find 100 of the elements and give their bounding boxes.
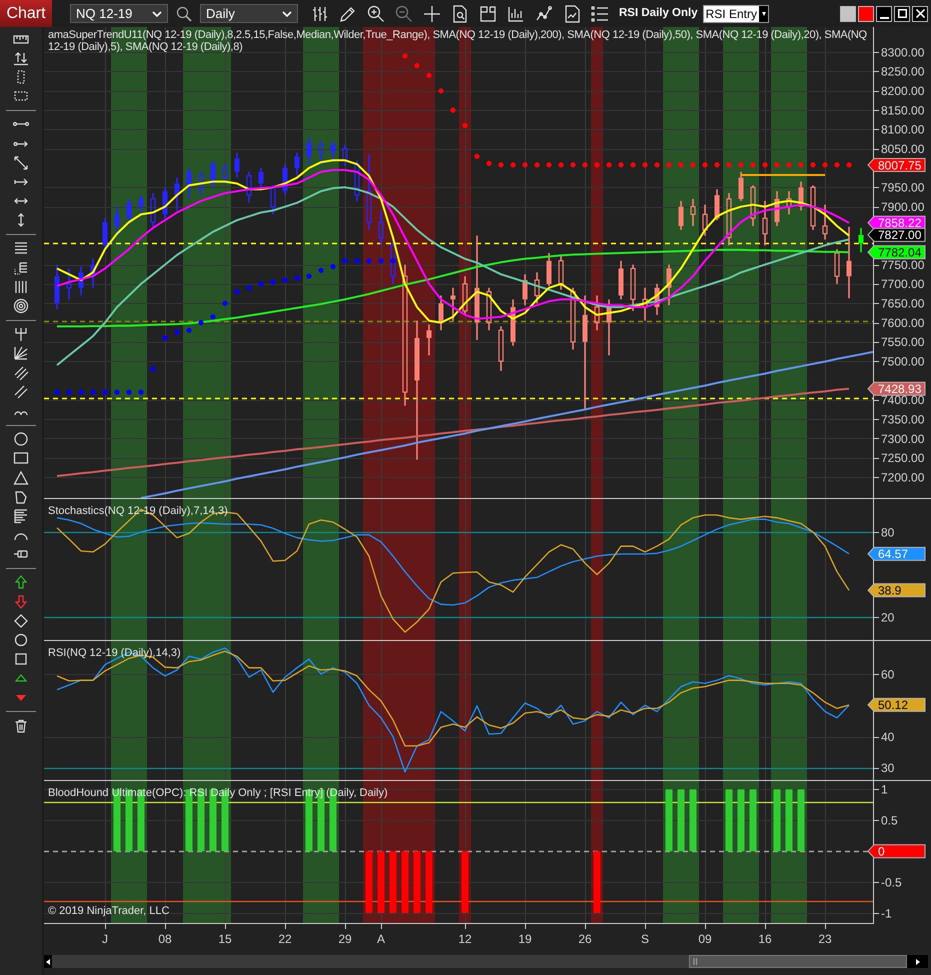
square-icon[interactable] [13,651,29,668]
stepped-lines-icon[interactable] [13,260,29,276]
document-search-icon[interactable] [451,4,469,22]
minimize-icon [880,16,888,18]
list-icon[interactable] [591,4,609,22]
circle-icon[interactable] [13,632,29,648]
axis-label: S [641,932,649,946]
caret-icon [758,6,768,22]
price-marker: 7428.93 [867,382,926,396]
line-chart-icon[interactable] [535,4,553,22]
axis-label: 7500.00 [881,354,924,368]
maximize-button[interactable] [894,6,910,22]
link-button[interactable] [858,6,874,22]
diagonal-arrow-icon[interactable] [13,154,29,171]
fan-icon[interactable] [13,345,29,362]
axis-label: -1 [881,906,892,920]
axis-label: 29 [338,932,352,946]
vertical-lines-icon[interactable] [13,278,29,295]
diamond-icon[interactable] [13,612,29,629]
bar-chart-icon[interactable] [507,4,525,22]
triangle-icon[interactable] [13,470,29,486]
axis-label: 7900.00 [881,200,924,214]
grip-icon [693,957,698,966]
zoom-in-icon[interactable] [367,4,385,22]
axis-label: 1 [881,782,888,797]
price-marker: 7827.00 [867,228,926,242]
up-arrow-icon[interactable] [13,574,29,590]
axis-label: 7250.00 [881,451,924,466]
axis-label: J [102,932,108,946]
diagonal-lines-icon[interactable] [13,384,29,400]
scroll-left-button[interactable] [44,955,52,968]
price-marker: 7858.22 [867,216,926,230]
value-marker: 0 [867,844,926,858]
crosshair-icon[interactable] [423,4,441,22]
copyright-text: © 2019 NinjaTrader, LLC [48,904,170,919]
axis-label: 80 [881,525,894,540]
axis-label: 20 [881,610,894,624]
maximize-icon [898,9,906,18]
value-marker: 50.12 [867,698,926,712]
stacked-lines-icon[interactable] [13,508,29,524]
indicator-title: RSI(NQ 12-19 (Daily),14,3) [48,646,181,660]
minimize-button[interactable] [876,6,892,22]
axis-label: 26 [578,932,592,946]
bar-style-icon[interactable] [311,4,329,22]
axis-label: 7950.00 [881,180,924,195]
axis-label: 16 [758,932,772,946]
axis-label: 12 [458,932,472,946]
axis-label: 0.5 [881,814,898,828]
circle-icon[interactable] [13,431,29,448]
axis-label: 08 [158,932,172,946]
axis-label: 8200.00 [881,84,924,98]
scroll-right-button[interactable] [907,955,928,968]
close-icon [916,9,924,18]
value-marker: 64.57 [867,546,926,562]
instrument-dropdown[interactable]: NQ 12-19 [70,4,168,23]
rectangle-icon[interactable] [13,450,29,466]
axis-label: 7350.00 [881,412,924,426]
pitchfork-icon[interactable] [13,326,29,342]
diagonal-lines-icon[interactable] [13,364,29,381]
chevron-icon [282,10,292,16]
link-button[interactable] [840,6,856,22]
axis-label: 22 [278,932,292,946]
search-icon[interactable] [176,6,192,22]
polygon-icon[interactable] [13,488,29,505]
concentric-circles-icon[interactable] [13,298,29,314]
axis-label: 7600.00 [881,316,924,330]
axis-label: 15 [218,932,232,946]
axis-label: A [377,932,385,946]
pencil-icon[interactable] [339,4,357,22]
down-arrow-icon[interactable] [13,594,29,610]
document-chart-icon[interactable] [563,4,581,22]
axis-label: 7200.00 [881,470,924,484]
axis-label: 09 [698,932,712,946]
indicator-title: amaSuperTrendU11(NQ 12-19 (Daily),8,2.5,15,False,Median,Wilder,True_Range), SMA(NQ 12-19 (Daily),200), SMA(NQ 12-19 (Daily),50), SMA(NQ 12-19 (Daily),20), SMA(NQ 12-19 (Daily),5), SMA(NQ 12-19 (Daily),8) [48,29,868,53]
axis-label: 7400.00 [881,393,924,408]
axis-label: 60 [881,667,894,682]
trash-icon[interactable] [13,718,29,734]
axis-label: 7300.00 [881,432,924,446]
chevron-icon [152,10,162,16]
horizontal-lines-icon[interactable] [13,240,29,256]
axis-label: 7550.00 [881,335,924,350]
price-marker: 8007.75 [867,158,926,172]
scrollbar-thumb[interactable] [689,955,907,968]
sort-arrows-icon[interactable] [13,50,29,66]
axis-label: 8300.00 [881,45,924,60]
axis-label: 8050.00 [881,142,924,156]
value-marker: 38.9 [867,583,926,598]
chart-tab[interactable]: Chart [0,0,52,27]
caret-icon [914,958,920,966]
axis-label: 7750.00 [881,258,924,272]
axis-label: 30 [881,761,894,776]
interval-dropdown[interactable]: Daily [200,4,298,23]
close-button[interactable] [912,6,928,22]
axis-label: 8100.00 [881,122,924,137]
axis-label: 19 [518,932,532,946]
strategy-label: RSI Daily Only [619,6,698,21]
window-layout-icon[interactable] [479,4,497,22]
axis-label: 8150.00 [881,103,924,118]
strategy-dropdown[interactable]: RSI Entry [702,4,769,22]
axis-label: -0.5 [881,875,902,890]
